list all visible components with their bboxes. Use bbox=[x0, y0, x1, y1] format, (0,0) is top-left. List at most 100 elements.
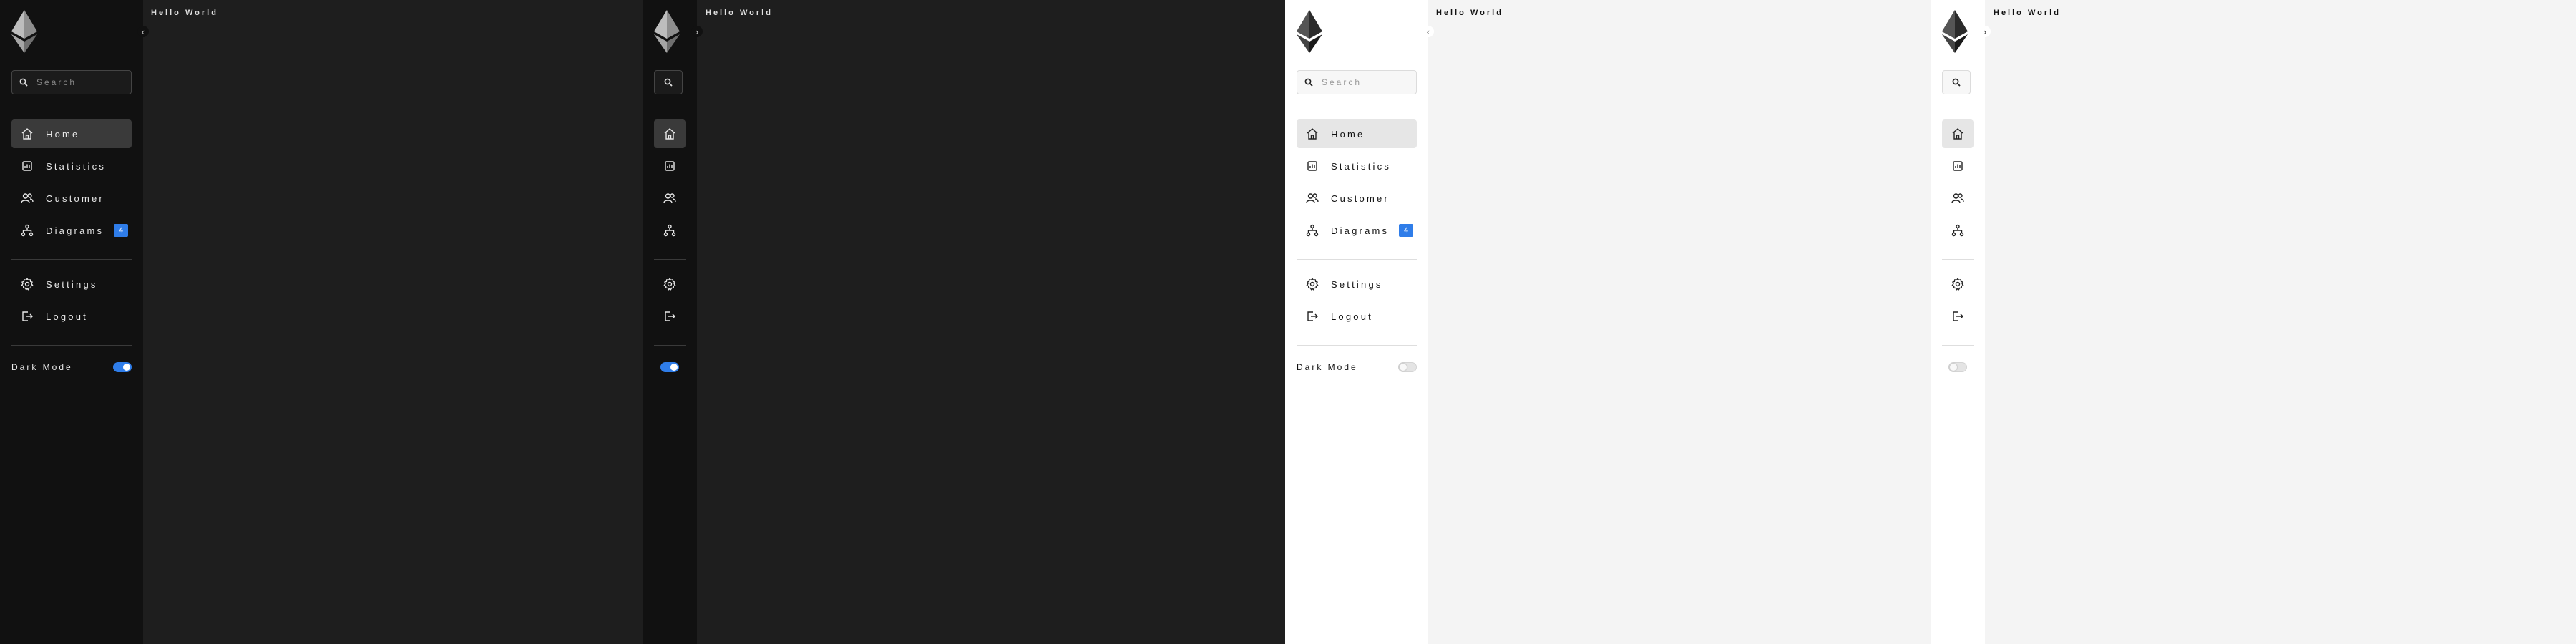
sidebar-item-settings[interactable] bbox=[1942, 270, 1974, 298]
app-window-light-expanded: ‹ Home Statistics Customer Diagrams 4 Se… bbox=[1285, 0, 1931, 644]
divider bbox=[654, 259, 686, 260]
sidebar-item-label: Diagrams bbox=[46, 225, 104, 236]
sidebar-item-label: Customer bbox=[1331, 192, 1390, 204]
search-box[interactable] bbox=[1297, 70, 1417, 94]
dark-mode-toggle[interactable] bbox=[1398, 362, 1417, 372]
diagrams-icon bbox=[663, 223, 677, 238]
sidebar-item-diagrams[interactable]: Diagrams 4 bbox=[1297, 216, 1417, 245]
divider bbox=[1942, 259, 1974, 260]
sidebar-item-home[interactable] bbox=[654, 119, 686, 148]
dark-mode-row bbox=[654, 360, 686, 374]
sidebar-item-label: Logout bbox=[1331, 311, 1373, 322]
sidebar-item-logout[interactable]: Logout bbox=[11, 302, 132, 331]
dark-mode-toggle[interactable] bbox=[660, 362, 679, 372]
ethereum-logo bbox=[1942, 9, 1974, 54]
search-button[interactable] bbox=[1942, 70, 1971, 94]
sidebar-item-settings[interactable] bbox=[654, 270, 686, 298]
logout-icon bbox=[1951, 309, 1965, 323]
search-box[interactable] bbox=[11, 70, 132, 94]
sidebar-item-customer[interactable] bbox=[1942, 184, 1974, 213]
search-icon bbox=[1304, 78, 1313, 87]
expand-sidebar-button[interactable]: › bbox=[1979, 26, 1991, 37]
ethereum-logo bbox=[654, 9, 686, 54]
sidebar-item-diagrams[interactable] bbox=[1942, 216, 1974, 245]
toggle-knob bbox=[670, 364, 678, 371]
search-input[interactable] bbox=[36, 77, 121, 87]
dark-mode-toggle[interactable] bbox=[1948, 362, 1967, 372]
gear-icon bbox=[20, 277, 34, 291]
sidebar-item-statistics[interactable]: Statistics bbox=[1297, 152, 1417, 180]
page-title: Hello World bbox=[1994, 9, 2061, 17]
sidebar-item-label: Logout bbox=[46, 311, 88, 322]
expand-sidebar-button[interactable]: › bbox=[691, 26, 703, 37]
ethereum-logo bbox=[1297, 9, 1328, 54]
home-icon bbox=[20, 127, 34, 141]
toggle-knob bbox=[1400, 364, 1407, 371]
sidebar-item-label: Statistics bbox=[1331, 160, 1392, 172]
sidebar-item-customer[interactable]: Customer bbox=[11, 184, 132, 213]
collapse-sidebar-button[interactable]: ‹ bbox=[1423, 26, 1434, 37]
dark-mode-row bbox=[1942, 360, 1974, 374]
sidebar-item-label: Diagrams bbox=[1331, 225, 1390, 236]
customer-icon bbox=[1951, 191, 1965, 205]
gear-icon bbox=[663, 277, 677, 291]
sidebar-item-home[interactable]: Home bbox=[1297, 119, 1417, 148]
home-icon bbox=[663, 127, 677, 141]
logout-icon bbox=[20, 309, 34, 323]
sidebar-item-logout[interactable] bbox=[1942, 302, 1974, 331]
sidebar: › bbox=[643, 0, 703, 644]
statistics-icon bbox=[663, 159, 677, 173]
sidebar-item-statistics[interactable]: Statistics bbox=[11, 152, 132, 180]
sidebar-item-diagrams[interactable] bbox=[654, 216, 686, 245]
search-icon bbox=[19, 78, 28, 87]
sidebar-item-label: Statistics bbox=[46, 160, 107, 172]
home-icon bbox=[1951, 127, 1965, 141]
sidebar-item-customer[interactable]: Customer bbox=[1297, 184, 1417, 213]
search-icon bbox=[1952, 78, 1961, 87]
dark-mode-row: Dark Mode bbox=[11, 360, 132, 374]
notification-badge: 4 bbox=[114, 224, 129, 237]
search-button[interactable] bbox=[654, 70, 683, 94]
app-window-dark-expanded: ‹ Home Statistics Customer Diagrams 4 Se… bbox=[0, 0, 643, 644]
ethereum-logo bbox=[11, 9, 43, 54]
sidebar-item-diagrams[interactable]: Diagrams 4 bbox=[11, 216, 132, 245]
sidebar-item-label: Customer bbox=[46, 192, 104, 204]
page-title: Hello World bbox=[1436, 9, 1503, 17]
sidebar-item-settings[interactable]: Settings bbox=[1297, 270, 1417, 298]
customer-icon bbox=[663, 191, 677, 205]
gear-icon bbox=[1305, 277, 1319, 291]
sidebar-item-settings[interactable]: Settings bbox=[11, 270, 132, 298]
logout-icon bbox=[1305, 309, 1319, 323]
sidebar: ‹ Home Statistics Customer Diagrams 4 Se… bbox=[1285, 0, 1434, 644]
diagrams-icon bbox=[1305, 223, 1319, 238]
diagrams-icon bbox=[20, 223, 34, 238]
sidebar-item-label: Settings bbox=[1331, 278, 1383, 290]
dark-mode-toggle[interactable] bbox=[113, 362, 132, 372]
sidebar-item-statistics[interactable] bbox=[1942, 152, 1974, 180]
sidebar-item-logout[interactable] bbox=[654, 302, 686, 331]
app-window-dark-collapsed: › Hello World bbox=[643, 0, 1285, 644]
sidebar-item-customer[interactable] bbox=[654, 184, 686, 213]
page-title: Hello World bbox=[706, 9, 773, 17]
dark-mode-label: Dark Mode bbox=[1297, 362, 1358, 372]
sidebar-item-label: Settings bbox=[46, 278, 98, 290]
sidebar-item-logout[interactable]: Logout bbox=[1297, 302, 1417, 331]
sidebar-item-home[interactable]: Home bbox=[11, 119, 132, 148]
diagrams-icon bbox=[1951, 223, 1965, 238]
dark-mode-label: Dark Mode bbox=[11, 362, 73, 372]
divider bbox=[1942, 345, 1974, 346]
collapse-sidebar-button[interactable]: ‹ bbox=[137, 26, 149, 37]
divider bbox=[11, 345, 132, 346]
customer-icon bbox=[1305, 191, 1319, 205]
app-window-light-collapsed: › Hello World bbox=[1931, 0, 2576, 644]
toggle-knob bbox=[1950, 364, 1957, 371]
sidebar: ‹ Home Statistics Customer Diagrams 4 Se… bbox=[0, 0, 149, 644]
sidebar-item-statistics[interactable] bbox=[654, 152, 686, 180]
sidebar-item-home[interactable] bbox=[1942, 119, 1974, 148]
search-input[interactable] bbox=[1322, 77, 1406, 87]
dark-mode-row: Dark Mode bbox=[1297, 360, 1417, 374]
divider bbox=[11, 259, 132, 260]
home-icon bbox=[1305, 127, 1319, 141]
sidebar-item-label: Home bbox=[46, 128, 80, 140]
sidebar-item-label: Home bbox=[1331, 128, 1365, 140]
